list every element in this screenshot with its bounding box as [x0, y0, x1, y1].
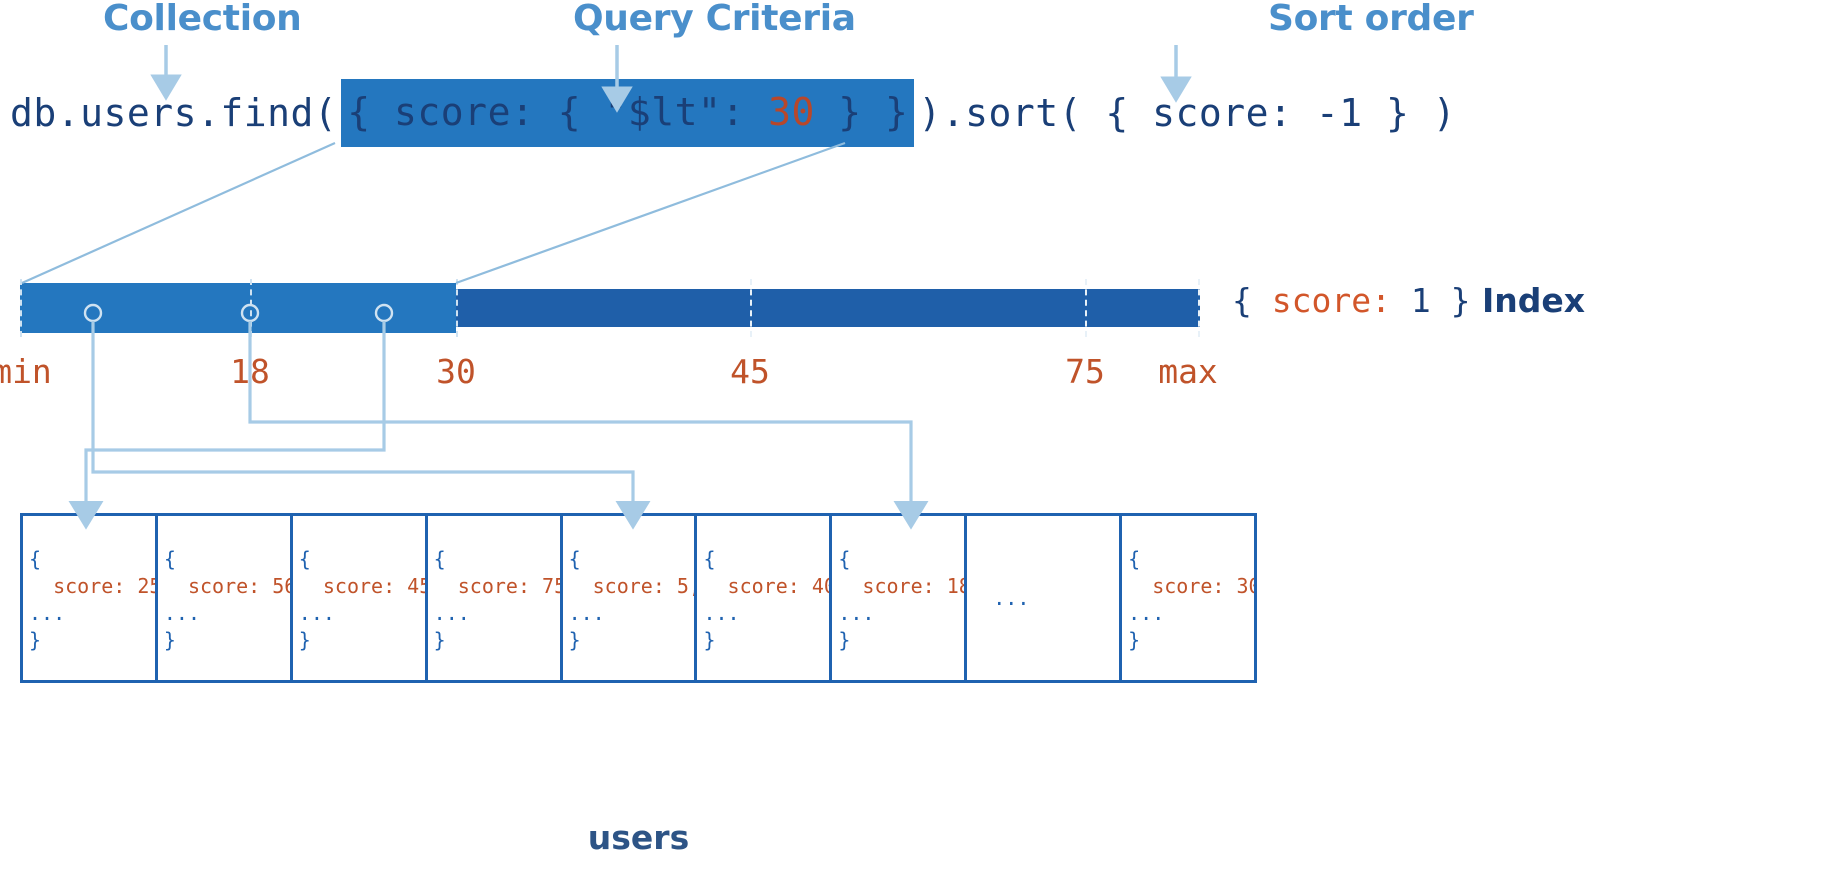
document-box: { score: 5,...}: [563, 516, 698, 680]
axis-label-75: 75: [1065, 352, 1105, 391]
document-box: { score: 75,...}: [428, 516, 563, 680]
criteria-projection-lines: [21, 141, 846, 285]
document-score-field: score: 56,: [187, 574, 290, 598]
document-close-brace: }: [433, 628, 446, 652]
document-close-brace: }: [703, 628, 716, 652]
diagram-canvas: Collection Query Criteria Sort order db.…: [0, 0, 1838, 882]
document-open-brace: {: [29, 547, 42, 571]
document-box: { score: 30,...}: [1122, 516, 1254, 680]
document-ellipsis: ...: [163, 601, 201, 625]
document-close-brace: }: [1128, 628, 1141, 652]
axis-label-max: max: [1158, 352, 1218, 391]
document-ellipsis: ...: [1128, 601, 1165, 625]
index-unmatched-range: [456, 289, 1200, 327]
collection-documents: { score: 25,...}{ score: 56,...}{ score:…: [20, 513, 1257, 683]
annotation-sort-order: Sort order: [1268, 0, 1474, 39]
query-criteria-value: 30: [768, 90, 815, 134]
index-tick-max: [1198, 279, 1200, 337]
connector-marker1-to-doc5: [91, 321, 651, 530]
projection-left: [21, 141, 336, 285]
document-close-brace: }: [838, 628, 851, 652]
index-legend-value: 1 }: [1390, 281, 1471, 320]
document-close-brace: }: [298, 628, 311, 652]
document-score-field: score: 75,: [457, 574, 560, 598]
index-tick-min: [20, 279, 22, 337]
document-score-field: score: 25,: [53, 574, 155, 598]
index-legend-open: {: [1232, 281, 1272, 320]
document-score-field: score: 30,: [1152, 574, 1254, 598]
document-ellipsis: ...: [29, 601, 66, 625]
document-box: { score: 25,...}: [23, 516, 158, 680]
document-open-brace: {: [1128, 547, 1141, 571]
query-criteria-close: } }: [814, 90, 909, 134]
document-ellipsis: ...: [433, 601, 470, 625]
index-to-document-connectors: [68, 321, 929, 530]
document-open-brace: {: [838, 547, 851, 571]
index-legend: { score: 1 } Index: [1232, 281, 1585, 320]
axis-label-18: 18: [230, 352, 270, 391]
annotation-query-criteria: Query Criteria: [573, 0, 856, 39]
annotation-collection: Collection: [103, 0, 302, 39]
index-tick-18: [250, 279, 252, 337]
document-open-brace: {: [703, 547, 716, 571]
document-box: { score: 18,...}: [832, 516, 968, 680]
index-legend-key: score:: [1271, 281, 1391, 320]
document-close-brace: }: [29, 628, 42, 652]
connector-marker3-to-doc1: [68, 321, 386, 530]
query-prefix-text: db.users.find(: [10, 91, 338, 135]
index-tick-30: [456, 279, 458, 337]
index-legend-word: Index: [1470, 281, 1586, 320]
collection-caption: users: [587, 818, 690, 857]
document-ellipsis: ...: [838, 601, 875, 625]
connector-marker2-to-doc7: [248, 321, 929, 530]
index-matched-range: [20, 283, 456, 333]
query-sort-text: ).sort( { score: -1 } ): [918, 91, 1457, 135]
document-open-brace: {: [163, 547, 176, 571]
query-criteria-highlight: { score: { "$lt": 30 } }: [341, 79, 915, 147]
query-statement: db.users.find( { score: { "$lt": 30 } } …: [10, 79, 1457, 147]
document-score-field: score: 5,: [568, 574, 698, 598]
document-open-brace: {: [433, 547, 446, 571]
axis-label-45: 45: [730, 352, 770, 391]
axis-label-min: min: [0, 352, 52, 391]
axis-label-30: 30: [436, 352, 476, 391]
document-box: ...: [967, 516, 1123, 680]
document-box: { score: 40,...}: [697, 516, 833, 680]
query-criteria-open: { score: { "$lt":: [347, 90, 769, 134]
document-ellipsis: ...: [703, 601, 740, 625]
document-score-field: score: 40,: [727, 574, 830, 598]
document-box: { score: 56,...}: [158, 516, 293, 680]
document-close-brace: }: [568, 628, 581, 652]
index-tick-45: [750, 279, 752, 337]
document-ellipsis: ...: [298, 601, 335, 625]
document-close-brace: }: [163, 628, 176, 652]
projection-right: [455, 141, 846, 285]
document-score-field: score: 18,: [862, 574, 964, 598]
index-bar: [20, 279, 1200, 337]
document-ellipsis: ...: [568, 601, 605, 625]
document-ellipsis: ...: [993, 585, 1030, 610]
document-open-brace: {: [298, 547, 311, 571]
document-open-brace: {: [568, 547, 581, 571]
document-box: { score: 45,...}: [293, 516, 428, 680]
index-tick-75: [1085, 279, 1087, 337]
document-score-field: score: 45,: [322, 574, 425, 598]
